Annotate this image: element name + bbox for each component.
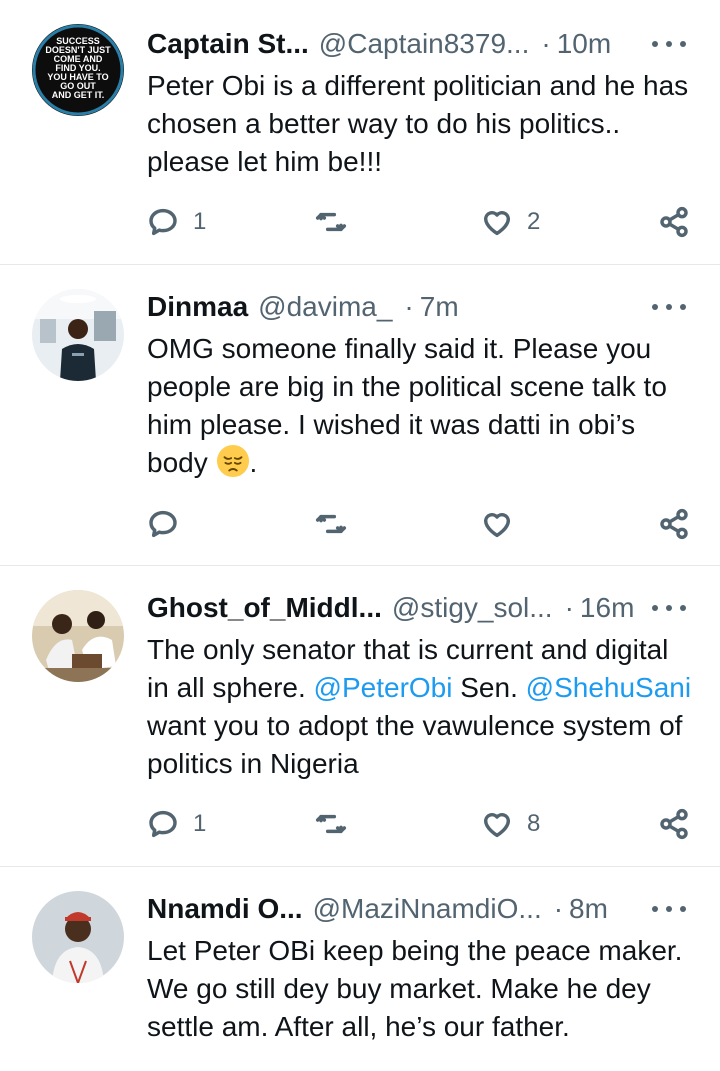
user-handle[interactable]: @stigy_sol... (392, 592, 553, 624)
timestamp[interactable]: 7m (420, 291, 459, 323)
more-icon[interactable] (652, 26, 686, 62)
separator-dot: · (404, 291, 414, 322)
reply-icon (147, 808, 179, 840)
tweet-actions (147, 504, 690, 544)
reply-icon (147, 508, 179, 540)
reply-button[interactable]: 1 (147, 804, 206, 844)
share-icon (658, 508, 690, 540)
like-icon (481, 808, 513, 840)
timestamp[interactable]: 16m (580, 592, 634, 624)
tweet[interactable]: Nnamdi O... @MaziNnamdiO... · 8m Let Pet… (0, 867, 720, 1071)
user-handle[interactable]: @davima_ (258, 291, 392, 323)
tweet-header: Nnamdi O... @MaziNnamdiO... · 8m (147, 891, 688, 927)
timestamp[interactable]: 10m (557, 28, 611, 60)
more-icon[interactable] (652, 590, 686, 626)
timestamp[interactable]: 8m (569, 893, 608, 925)
like-icon (481, 508, 513, 540)
share-button[interactable] (658, 202, 690, 242)
share-icon (658, 808, 690, 840)
like-count: 8 (527, 810, 541, 837)
user-handle[interactable]: @Captain8379... (319, 28, 530, 60)
tweet-text: Peter Obi is a different politician and … (147, 70, 689, 177)
tweet-text-part: . (249, 447, 258, 478)
avatar-photo (32, 891, 124, 983)
like-button[interactable]: 2 (481, 202, 540, 242)
separator-dot: · (553, 893, 564, 924)
pensive-face-icon (216, 444, 249, 478)
like-button[interactable]: 8 (481, 804, 540, 844)
reply-button[interactable]: 1 (147, 202, 206, 242)
display-name[interactable]: Captain St... (147, 28, 309, 60)
retweet-icon (315, 508, 347, 540)
reply-icon (147, 206, 179, 238)
avatar[interactable]: SUCCESS DOESN'T JUST COME AND FIND YOU. … (32, 24, 124, 116)
retweet-button[interactable] (315, 504, 347, 544)
avatar[interactable] (32, 289, 124, 381)
tweet-actions: 1 8 (147, 804, 690, 844)
avatar-motivational-image: SUCCESS DOESN'T JUST COME AND FIND YOU. … (32, 24, 124, 116)
tweet-header: Dinmaa @davima_ · 7m (147, 289, 688, 325)
tweet[interactable]: SUCCESS DOESN'T JUST COME AND FIND YOU. … (0, 0, 720, 265)
tweet-text: Let Peter OBi keep being the peace maker… (147, 935, 683, 1042)
tweet-text: OMG someone finally said it. Please you … (147, 330, 692, 482)
share-icon (658, 206, 690, 238)
more-icon[interactable] (652, 891, 686, 927)
reply-count: 1 (193, 208, 207, 235)
reply-button[interactable] (147, 504, 179, 544)
retweet-icon (315, 206, 347, 238)
display-name[interactable]: Ghost_of_Middl... (147, 592, 382, 624)
like-button[interactable] (481, 504, 513, 544)
avatar-caption-line: AND GET IT. (52, 90, 105, 100)
tweet[interactable]: Dinmaa @davima_ · 7m OMG someone finally… (0, 265, 720, 566)
tweet[interactable]: Ghost_of_Middl... @stigy_sol... · 16m Th… (0, 566, 720, 867)
like-icon (481, 206, 513, 238)
mention-link[interactable]: @ShehuSani (526, 672, 691, 703)
tweet-text: The only senator that is current and dig… (147, 631, 692, 783)
display-name[interactable]: Nnamdi O... (147, 893, 303, 925)
tweet-header: Captain St... @Captain8379... · 10m (147, 26, 688, 62)
share-button[interactable] (658, 804, 690, 844)
tweet-actions: 1 2 (147, 202, 690, 242)
avatar[interactable] (32, 891, 124, 983)
separator-dot: · (541, 28, 551, 59)
retweet-icon (315, 808, 347, 840)
avatar-photo (32, 289, 124, 381)
reply-count: 1 (193, 810, 207, 837)
avatar-photo (32, 590, 124, 682)
like-count: 2 (527, 208, 541, 235)
tweet-header: Ghost_of_Middl... @stigy_sol... · 16m (147, 590, 688, 626)
user-handle[interactable]: @MaziNnamdiO... (313, 893, 542, 925)
tweet-text-part: Sen. (452, 672, 526, 703)
share-button[interactable] (658, 504, 690, 544)
tweet-text-part: want you to adopt the vawulence system o… (147, 710, 683, 779)
mention-link[interactable]: @PeterObi (314, 672, 453, 703)
more-icon[interactable] (652, 289, 686, 325)
avatar[interactable] (32, 590, 124, 682)
display-name[interactable]: Dinmaa (147, 291, 248, 323)
retweet-button[interactable] (315, 804, 347, 844)
separator-dot: · (564, 592, 574, 623)
retweet-button[interactable] (315, 202, 347, 242)
